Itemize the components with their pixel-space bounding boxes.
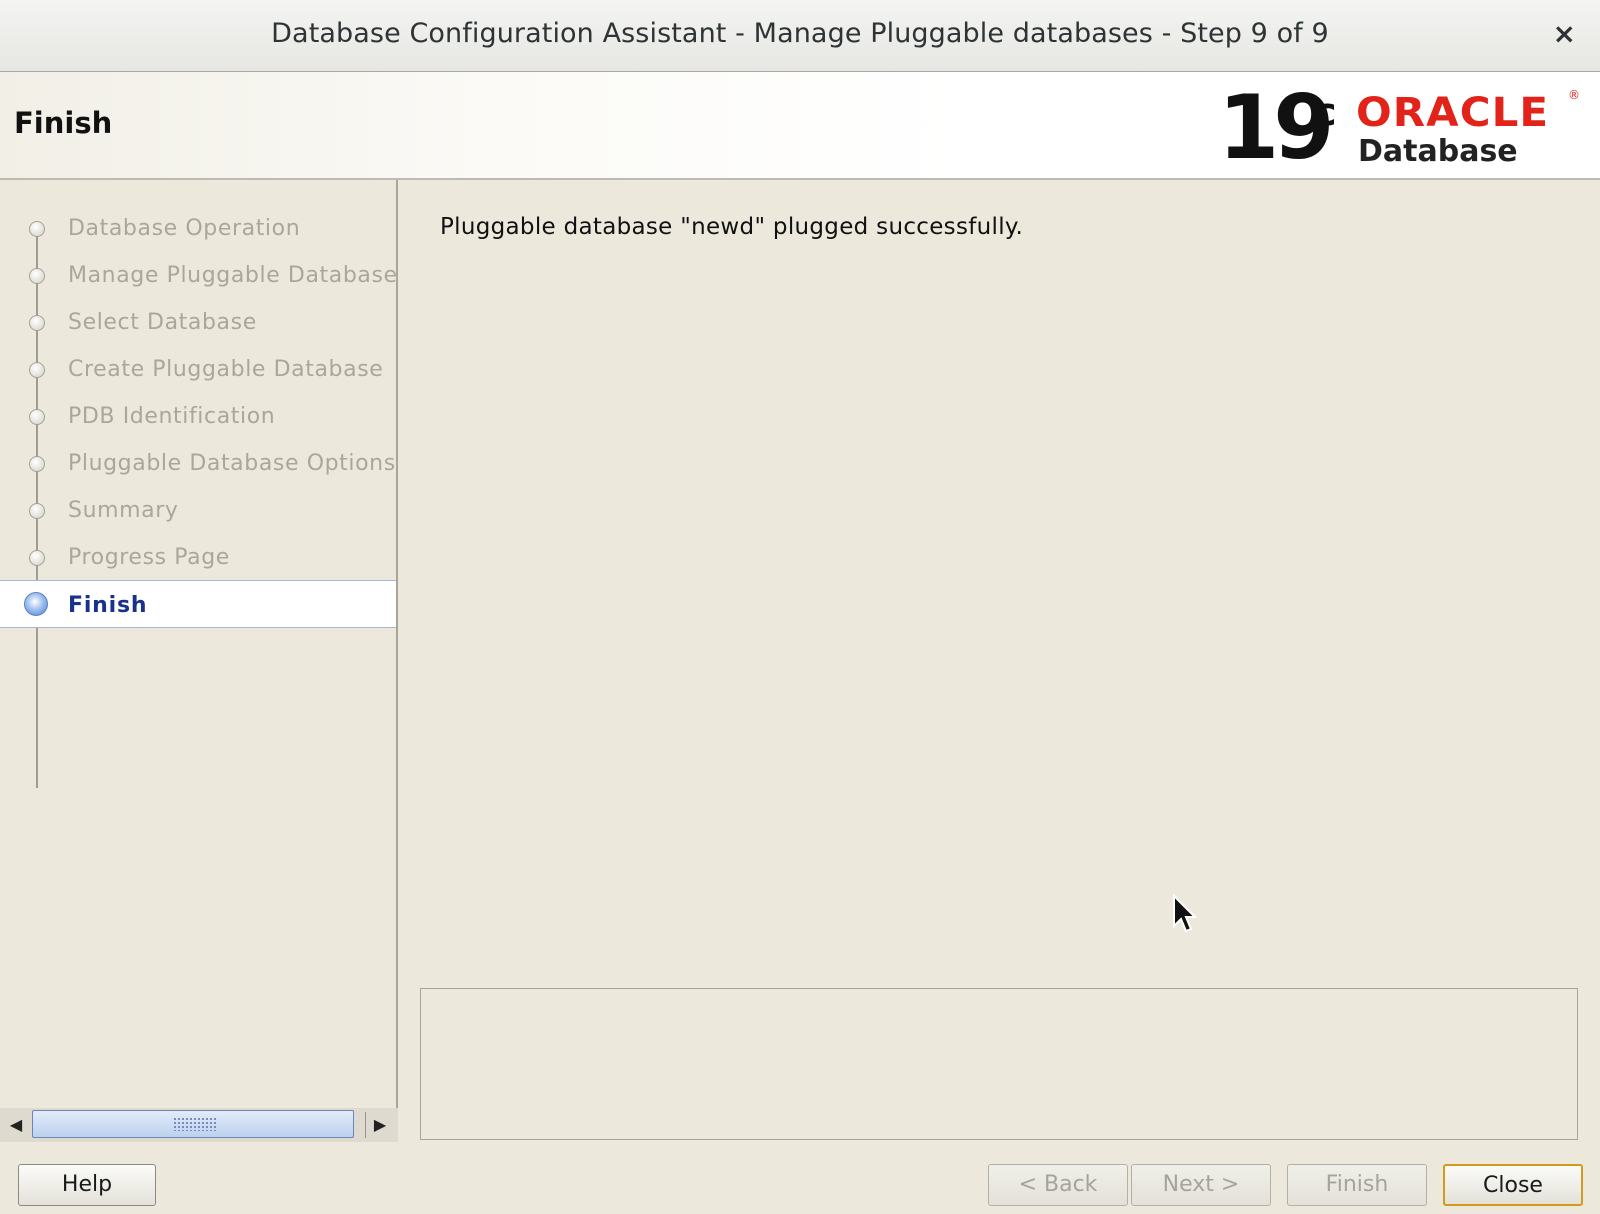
page-header: Finish 19 c ORACLE ® Database — [0, 72, 1600, 180]
sidebar-step-manage-pluggable-databases[interactable]: Manage Pluggable Databases — [0, 251, 398, 299]
back-button[interactable]: < Back — [988, 1164, 1128, 1206]
scrollbar-grip-icon — [173, 1117, 217, 1131]
sidebar-step-label: Finish — [68, 593, 148, 618]
main-content: Pluggable database "newd" plugged succes… — [398, 180, 1600, 1140]
window-close-icon[interactable]: × — [1553, 16, 1576, 52]
step-bullet-icon — [29, 315, 45, 331]
next-button[interactable]: Next > — [1131, 1164, 1271, 1206]
steps-sidebar: Database Operation Manage Pluggable Data… — [0, 180, 398, 1140]
sidebar-step-create-pluggable-database[interactable]: Create Pluggable Database — [0, 345, 396, 393]
sidebar-step-label: Database Operation — [68, 216, 301, 241]
sidebar-step-pdb-identification[interactable]: PDB Identification — [0, 392, 396, 440]
scrollbar-thumb[interactable] — [32, 1110, 354, 1138]
wizard-footer: Help < Back Next > Finish Close — [0, 1140, 1600, 1214]
page-title: Finish — [14, 106, 113, 140]
logo-product: Database — [1358, 134, 1518, 169]
details-panel — [420, 988, 1578, 1140]
step-current-bullet-icon — [24, 592, 48, 616]
sidebar-step-finish[interactable]: Finish — [0, 580, 396, 628]
step-bullet-icon — [29, 362, 45, 378]
sidebar-step-summary[interactable]: Summary — [0, 486, 396, 534]
logo-version: 19 — [1218, 76, 1334, 179]
mouse-pointer-icon — [1173, 894, 1198, 933]
sidebar-step-progress-page[interactable]: Progress Page — [0, 533, 396, 581]
sidebar-horizontal-scrollbar[interactable]: ◀ ▶ — [0, 1108, 398, 1142]
close-button[interactable]: Close — [1443, 1164, 1583, 1206]
step-bullet-icon — [29, 550, 45, 566]
sidebar-step-label: Create Pluggable Database — [68, 357, 384, 382]
help-button[interactable]: Help — [18, 1164, 156, 1206]
step-bullet-icon — [29, 503, 45, 519]
sidebar-step-pluggable-database-options[interactable]: Pluggable Database Options — [0, 439, 396, 487]
step-bullet-icon — [29, 409, 45, 425]
scroll-left-arrow-icon[interactable]: ◀ — [2, 1112, 30, 1138]
finish-button[interactable]: Finish — [1287, 1164, 1427, 1206]
step-bullet-icon — [29, 268, 45, 284]
oracle-database-logo: 19 c ORACLE ® Database — [1218, 84, 1580, 172]
sidebar-step-label: Manage Pluggable Databases — [68, 263, 398, 288]
logo-reg-mark: ® — [1568, 88, 1580, 102]
logo-version-sup: c — [1314, 90, 1337, 134]
scroll-right-arrow-icon[interactable]: ▶ — [365, 1112, 394, 1138]
window-titlebar: Database Configuration Assistant - Manag… — [0, 0, 1600, 72]
sidebar-step-label: Progress Page — [68, 545, 230, 570]
step-bullet-icon — [29, 456, 45, 472]
sidebar-step-label: Summary — [68, 498, 179, 523]
sidebar-step-label: PDB Identification — [68, 404, 276, 429]
logo-brand: ORACLE — [1356, 90, 1550, 136]
window-title: Database Configuration Assistant - Manag… — [271, 18, 1329, 49]
step-bullet-icon — [29, 221, 45, 237]
sidebar-step-label: Select Database — [68, 310, 257, 335]
success-message: Pluggable database "newd" plugged succes… — [440, 214, 1024, 240]
sidebar-step-label: Pluggable Database Options — [68, 451, 396, 476]
sidebar-step-select-database[interactable]: Select Database — [0, 298, 396, 346]
sidebar-step-database-operation[interactable]: Database Operation — [0, 204, 396, 252]
